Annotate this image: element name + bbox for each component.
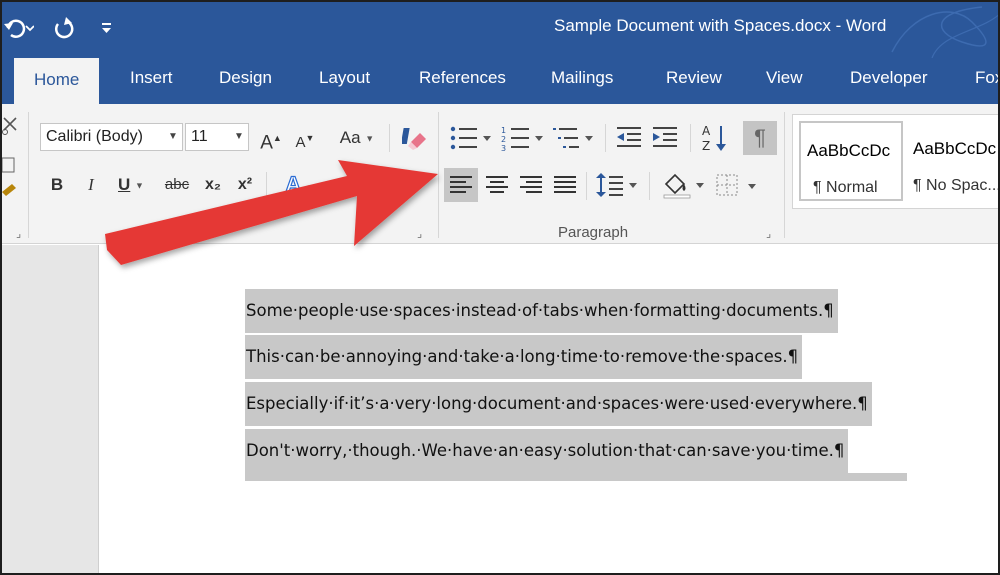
repeat-icon	[55, 17, 74, 39]
grow-font-button[interactable]: A▲	[258, 123, 284, 153]
separator	[605, 124, 606, 152]
strikethrough-button[interactable]: abc	[162, 170, 192, 200]
font-name-value: Calibri (Body)	[46, 128, 143, 145]
font-name-combo[interactable]: Calibri (Body) ▼	[40, 123, 183, 151]
change-case-label: Aa	[339, 128, 361, 147]
word-window: Sample Document with Spaces.docx - Word …	[0, 0, 1000, 575]
tab-review[interactable]: Review	[666, 68, 722, 88]
ribbon-home: ⌟ Calibri (Body) ▼ 11 ▼ A▲ A▼ Aa ▼ B I U	[2, 104, 1000, 244]
text-effects-button[interactable]: A ▼	[278, 170, 322, 200]
document-line[interactable]: Don't·worry,·though.·We·have·an·easy·sol…	[245, 429, 849, 473]
caret-up-icon: ▲	[272, 133, 282, 143]
tab-layout[interactable]: Layout	[319, 68, 370, 88]
shrink-font-label: A	[295, 134, 306, 151]
tab-fox[interactable]: Fox	[975, 68, 998, 88]
title-bar: Sample Document with Spaces.docx - Word	[2, 2, 998, 58]
chevron-down-icon: ▼	[135, 180, 144, 191]
tab-view[interactable]: View	[766, 68, 803, 88]
chevron-down-icon[interactable]: ▼	[164, 124, 182, 150]
left-margin-strip	[2, 245, 99, 573]
font-size-value: 11	[191, 128, 208, 145]
style-no-spacing[interactable]: AaBbCcDc ¶ No Spac...	[907, 121, 1000, 201]
document-line[interactable]: This·can·be·annoying·and·take·a·long·tim…	[245, 335, 803, 379]
styles-gallery: AaBbCcDc ¶ Normal AaBbCcDc ¶ No Spac...	[792, 114, 1000, 209]
style-sample: AaBbCcDc	[913, 139, 997, 158]
tab-insert[interactable]: Insert	[130, 68, 173, 88]
superscript-button[interactable]: x²	[232, 170, 258, 200]
chevron-down-icon[interactable]: ▼	[230, 124, 248, 150]
justify-icon[interactable]	[552, 172, 578, 198]
change-case-button[interactable]: Aa ▼	[335, 123, 379, 153]
tab-developer[interactable]: Developer	[850, 68, 928, 88]
align-right-icon[interactable]	[518, 172, 544, 198]
text-effects-icon: A	[285, 171, 302, 197]
paragraph-group-label: Paragraph	[558, 224, 629, 241]
borders-icon[interactable]	[714, 172, 760, 200]
svg-text:1: 1	[501, 126, 506, 135]
tab-references[interactable]: References	[419, 68, 506, 88]
separator	[266, 172, 267, 200]
customize-qat-icon	[102, 23, 111, 33]
svg-text:A: A	[702, 124, 711, 138]
shrink-font-button[interactable]: A▼	[292, 123, 318, 153]
separator	[690, 124, 691, 152]
decorative-swirl-icon	[891, 6, 998, 58]
align-left-button[interactable]	[444, 168, 478, 202]
style-name: ¶ Normal	[813, 179, 878, 196]
show-hide-formatting-button[interactable]: ¶	[743, 121, 777, 155]
document-line[interactable]: Some·people·use·spaces·instead·of·tabs·w…	[245, 289, 838, 333]
bold-button[interactable]: B	[46, 170, 68, 200]
shading-icon[interactable]	[662, 170, 708, 200]
increase-indent-icon[interactable]	[651, 124, 679, 152]
svg-text:2: 2	[501, 135, 506, 144]
highlight-button[interactable]: ab	[328, 170, 352, 200]
clipboard-icons[interactable]	[2, 114, 20, 204]
group-separator	[28, 112, 29, 238]
decrease-indent-icon[interactable]	[615, 124, 643, 152]
chevron-down-icon: ▼	[305, 182, 315, 193]
document-line[interactable]: Especially·if·it’s·a·very·long·document·…	[245, 382, 872, 426]
bullets-icon[interactable]	[449, 124, 495, 152]
multilevel-list-icon[interactable]	[553, 124, 597, 152]
tab-mailings[interactable]: Mailings	[551, 68, 613, 88]
paragraph-launcher-icon[interactable]: ⌟	[766, 228, 778, 240]
undo-icon	[4, 19, 35, 38]
underline-button[interactable]: U ▼	[112, 170, 150, 200]
italic-button[interactable]: I	[80, 170, 102, 200]
selection-tail	[245, 473, 907, 481]
undo-button[interactable]	[4, 14, 35, 42]
line-spacing-icon[interactable]	[596, 170, 640, 200]
style-name: ¶ No Spac...	[913, 177, 1000, 194]
font-size-combo[interactable]: 11 ▼	[185, 123, 249, 151]
clear-formatting-eraser-icon[interactable]	[402, 126, 428, 152]
grow-font-label: A	[260, 132, 273, 154]
style-normal[interactable]: AaBbCcDc ¶ Normal	[799, 121, 903, 201]
window-title: Sample Document with Spaces.docx - Word	[554, 16, 887, 35]
chevron-down-icon: ▼	[365, 133, 375, 144]
separator	[389, 124, 390, 152]
repeat-button[interactable]	[52, 14, 76, 42]
subscript-button[interactable]: x₂	[200, 170, 226, 200]
numbering-icon[interactable]: 1 2 3	[501, 124, 547, 152]
svg-text:3: 3	[501, 144, 506, 152]
customize-qat-button[interactable]	[100, 14, 114, 42]
align-center-icon[interactable]	[484, 172, 510, 198]
separator	[649, 172, 650, 200]
sort-icon[interactable]: A Z	[700, 122, 728, 154]
clipboard-launcher-icon[interactable]: ⌟	[16, 228, 28, 240]
underline-label: U	[118, 175, 131, 194]
tab-design[interactable]: Design	[219, 68, 272, 88]
separator	[586, 172, 587, 200]
font-launcher-icon[interactable]: ⌟	[417, 228, 429, 240]
svg-text:Z: Z	[702, 139, 710, 153]
ribbon-tabs: Home Insert Design Layout References Mai…	[2, 58, 998, 104]
style-sample: AaBbCcDc	[807, 141, 891, 160]
tab-home[interactable]: Home	[14, 58, 100, 104]
group-separator	[438, 112, 439, 238]
caret-down-icon: ▼	[305, 133, 315, 143]
group-separator	[784, 112, 785, 238]
